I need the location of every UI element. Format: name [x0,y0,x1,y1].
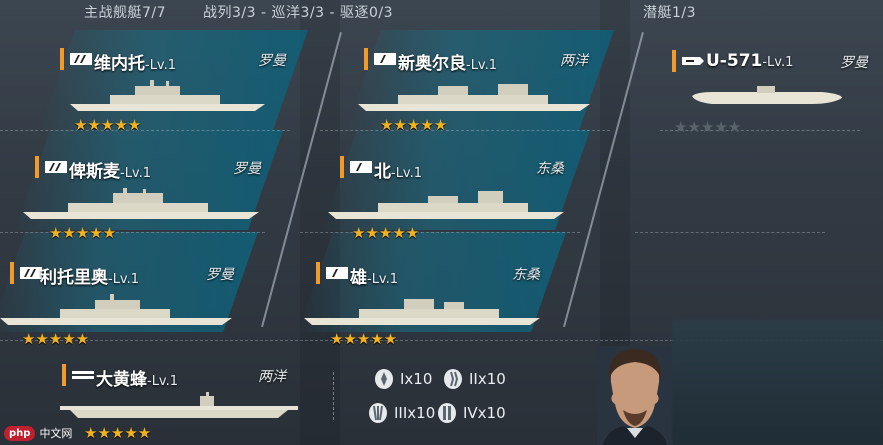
submarine-silhouette-icon [692,86,842,104]
ship-nation: 两洋 [258,369,286,385]
accent-bar [316,262,320,284]
ship-slot[interactable]: 北-Lv.1 东桑 ★★★★★ [328,156,580,246]
fleet-type-counts: 战列3/3 - 巡洋3/3 - 驱逐0/3 [203,5,393,21]
ammo-slot[interactable]: IVx10 [437,402,506,424]
ship-level: -Lv.1 [466,58,498,73]
accent-bar [60,48,64,70]
ship-nation: 罗曼 [206,267,234,283]
ship-name: 新奥尔良 [398,54,466,74]
separator [635,232,825,233]
battleship-silhouette-icon [0,294,232,325]
rarity-stars: ★★★★★ [352,224,420,242]
accent-bar [62,364,66,386]
accent-bar [35,156,39,178]
accent-bar [340,156,344,178]
cruiser-class-icon [374,53,396,65]
ship-slot[interactable]: 俾斯麦-Lv.1 罗曼 ★★★★★ [23,156,275,246]
ship-level: -Lv.1 [391,166,423,181]
ship-slot[interactable]: 新奥尔良-Lv.1 两洋 ★★★★★ [358,48,604,138]
separator [333,372,334,420]
main-fleet-count: 主战舰艇7/7 [84,5,167,21]
ship-name: 雄 [350,268,367,288]
ammo-slot[interactable]: Ix10 [374,368,432,390]
submarine-count: 潜艇1/3 [643,5,697,21]
torpedo-ammo-icon [444,369,462,389]
ship-name: U-571 [706,51,763,71]
accent-bar [10,262,14,284]
cruiser-silhouette-icon [304,299,540,325]
ship-name: 俾斯麦 [69,162,120,182]
ship-slot[interactable]: 利托里奥-Lv.1 罗曼 ★★★★★ [0,262,250,352]
battleship-class-icon [45,161,67,173]
rarity-stars: ★★★★★ [84,424,152,442]
ship-name: 北 [374,162,391,182]
ship-nation: 两洋 [560,53,588,69]
ship-nation: 东桑 [512,267,540,283]
cruiser-class-icon [350,161,372,173]
ship-nation: 罗曼 [258,53,286,69]
cruiser-silhouette-icon [358,84,590,111]
battleship-silhouette-icon [70,80,265,111]
ammo-label: IIIx10 [394,404,436,422]
ship-level: -Lv.1 [762,55,794,70]
ship-level: -Lv.1 [367,272,399,287]
ammo-label: IVx10 [463,404,506,422]
torpedo-ammo-icon [369,403,387,423]
ship-level: -Lv.1 [108,272,140,287]
rarity-stars: ★★★★★ [49,224,117,242]
rarity-stars: ★★★★★ [380,116,448,134]
ship-name: 大黄蜂 [96,370,147,390]
rarity-stars: ★★★★★ [22,330,90,348]
accent-bar [672,50,676,72]
carrier-silhouette-icon [60,392,298,418]
torpedo-ammo-icon [375,369,393,389]
submarine-class-icon [682,57,704,65]
battleship-class-icon [70,53,92,65]
ship-level: -Lv.1 [120,166,152,181]
cruiser-class-icon [326,267,348,279]
ammo-slot[interactable]: IIIx10 [368,402,435,424]
ship-name: 维内托 [94,54,145,74]
watermark-text: 中文网 [39,427,73,440]
accent-bar [364,48,368,70]
ship-level: -Lv.1 [145,58,177,73]
carrier-class-icon [72,371,94,379]
rarity-stars: ★★★★★ [330,330,398,348]
torpedo-ammo-icon [438,403,456,423]
ship-name: 利托里奥 [40,268,108,288]
ammo-slot[interactable]: IIx10 [443,368,506,390]
carrier-slot[interactable]: 大黄蜂-Lv.1 两洋 ★★★★★ [60,364,307,444]
ship-nation: 东桑 [536,161,564,177]
ship-level: -Lv.1 [147,374,179,389]
watermark-logo: php [4,425,36,441]
ship-nation: 罗曼 [233,161,261,177]
rarity-stars: ★★★★★ [74,116,142,134]
watermark: php 中文网 [4,425,72,441]
battleship-class-icon [20,267,42,279]
ship-nation: 罗曼 [840,55,868,71]
ammo-label: IIx10 [469,370,506,388]
commander-portrait[interactable] [597,346,673,445]
ship-slot[interactable]: U-571-Lv.1 罗曼 ★★★★★ [672,50,877,140]
ship-slot[interactable]: 雄-Lv.1 东桑 ★★★★★ [304,262,556,352]
ammo-label: Ix10 [400,370,433,388]
cruiser-silhouette-icon [328,191,564,219]
ship-slot[interactable]: 维内托-Lv.1 罗曼 ★★★★★ [60,48,300,138]
blurred-panel [672,320,883,445]
rarity-stars: ★★★★★ [674,118,742,136]
battleship-silhouette-icon [23,188,259,219]
